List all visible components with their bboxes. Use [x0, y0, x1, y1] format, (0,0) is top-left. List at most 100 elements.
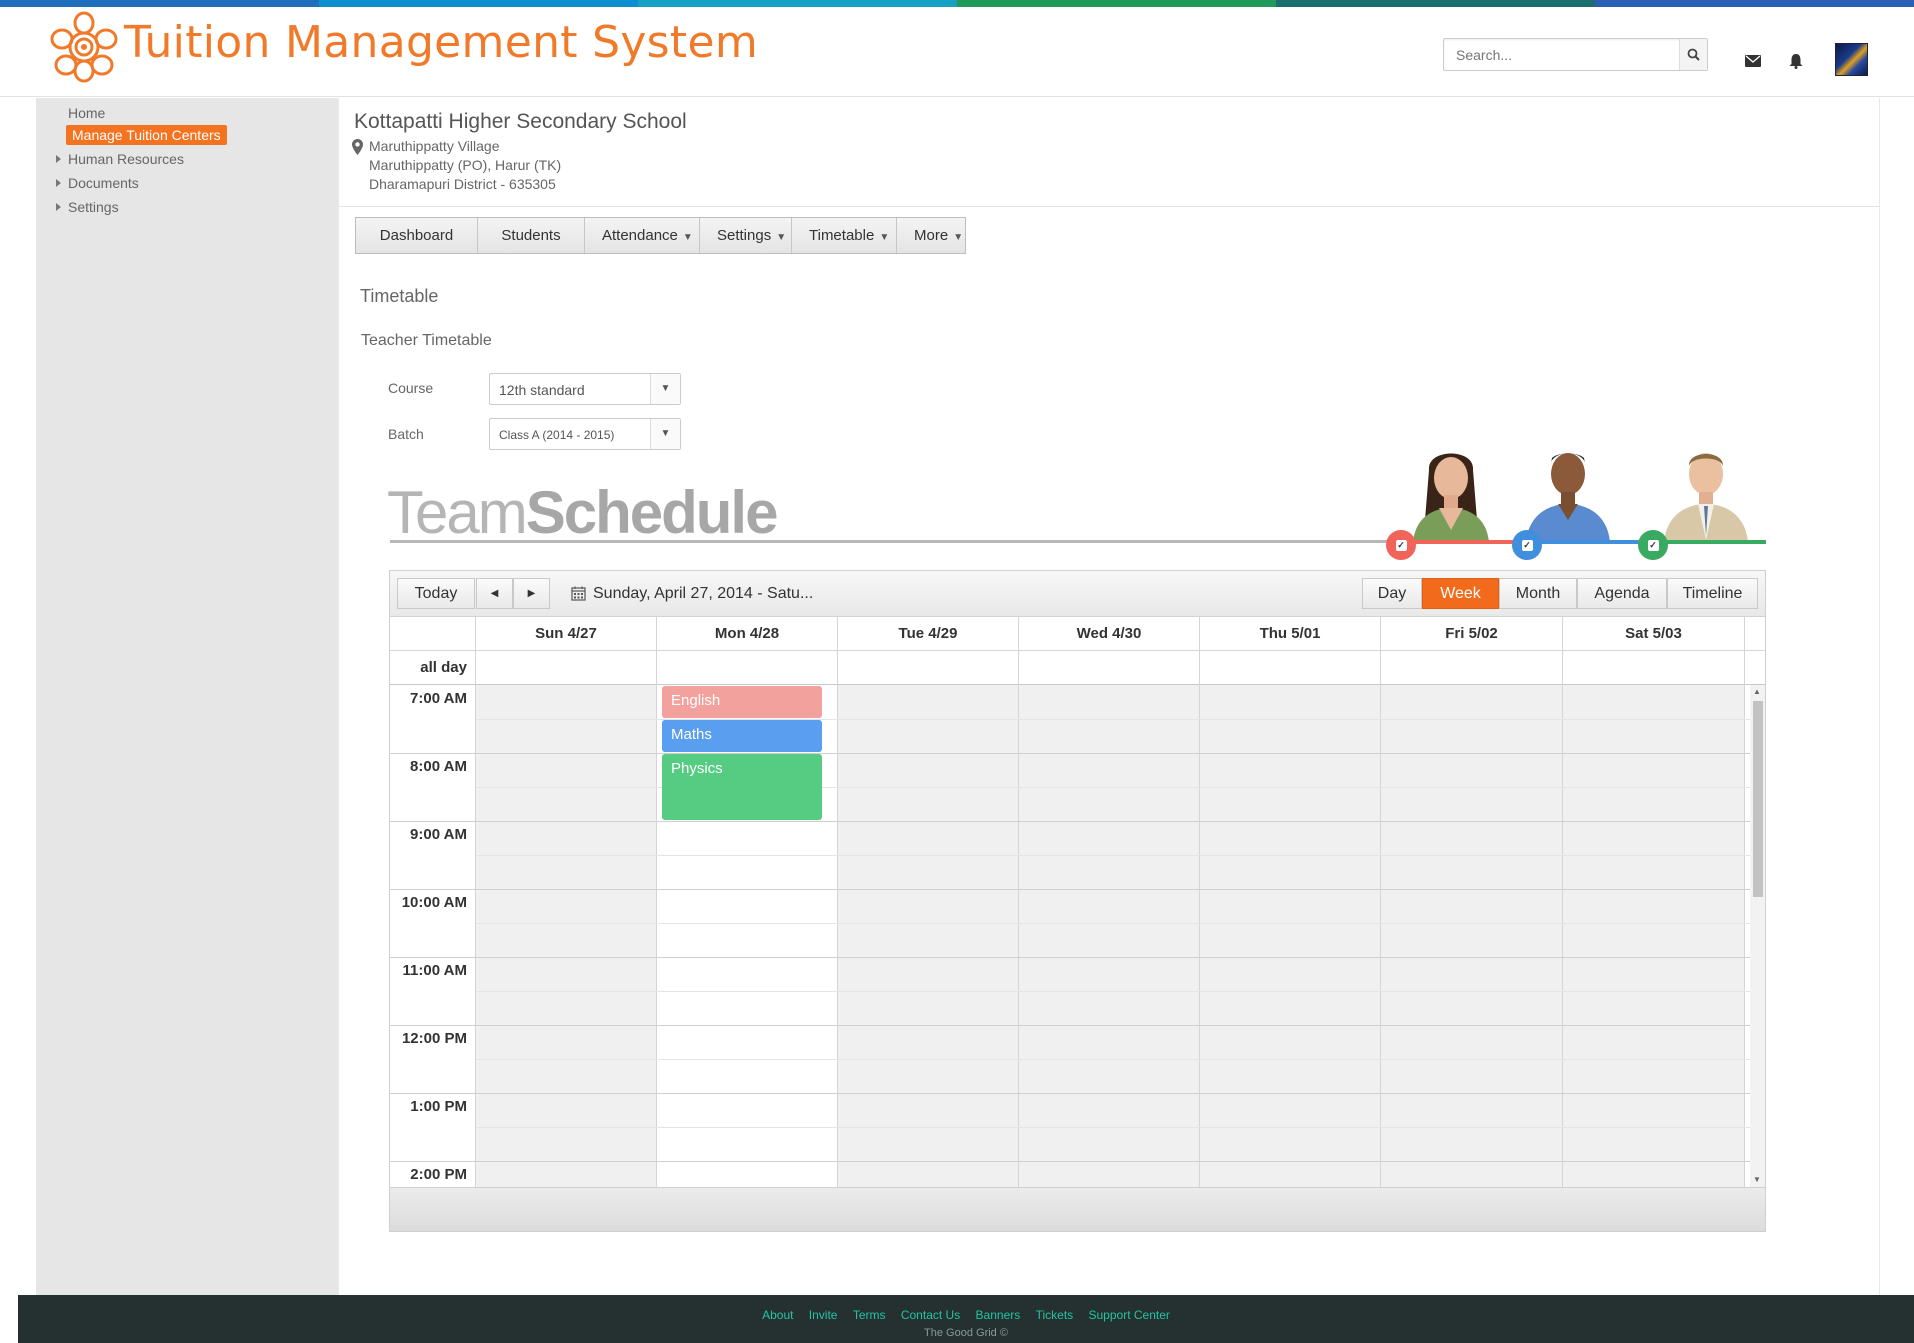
time-grid[interactable]: 7:00 AM 8:00 AM 9:00 AM 10:00 AM 11:00 A… [390, 685, 1765, 1187]
grid-line [476, 1059, 1750, 1060]
all-day-row: all day [390, 651, 1765, 685]
scroll-up-icon[interactable]: ▲ [1753, 687, 1761, 696]
event-physics[interactable]: Physics [662, 754, 822, 820]
day-column[interactable] [1381, 685, 1563, 1187]
view-week-button[interactable]: Week [1422, 578, 1499, 609]
tab-students[interactable]: Students [478, 218, 585, 253]
tab-attendance[interactable]: Attendance ▼ [585, 218, 700, 253]
day-column[interactable] [1019, 685, 1200, 1187]
course-select[interactable]: 12th standard ▼ [489, 373, 681, 405]
day-header[interactable]: Fri 5/02 [1381, 617, 1563, 651]
all-day-cell[interactable] [1563, 651, 1745, 685]
grid-line [390, 957, 1750, 958]
day-header[interactable]: Thu 5/01 [1200, 617, 1381, 651]
school-name: Kottapatti Higher Secondary School [354, 110, 687, 133]
section-subtitle: Teacher Timetable [361, 332, 492, 349]
sidebar-item-human-resources[interactable]: Human Resources [68, 151, 184, 167]
tab-label: Dashboard [379, 227, 454, 244]
stripe-segment [1276, 0, 1595, 7]
grid-line [390, 1161, 1750, 1162]
day-column[interactable] [1200, 685, 1381, 1187]
footer-link-about[interactable]: About [762, 1308, 793, 1322]
expand-caret-icon[interactable] [56, 179, 61, 187]
mail-button[interactable] [1743, 51, 1763, 71]
dropdown-arrow-icon: ▼ [953, 232, 964, 243]
date-range-label[interactable]: Sunday, April 27, 2014 - Satu... [593, 585, 813, 603]
scrollbar-thumb[interactable] [1753, 701, 1763, 897]
search-button[interactable] [1679, 39, 1707, 70]
tab-settings[interactable]: Settings ▼ [700, 218, 792, 253]
teacher-3-toggle[interactable]: ✓ [1638, 530, 1668, 560]
footer-link-invite[interactable]: Invite [809, 1308, 838, 1322]
app-title: Tuition Management System [124, 17, 758, 68]
prev-button[interactable]: ◀ [476, 578, 513, 609]
day-column[interactable] [476, 685, 657, 1187]
footer-link-banners[interactable]: Banners [976, 1308, 1021, 1322]
time-label: 2:00 PM [410, 1166, 467, 1183]
sidebar-item-documents[interactable]: Documents [68, 175, 139, 191]
batch-value: Class A (2014 - 2015) [499, 428, 615, 442]
sidebar-item-manage-tuition-centers[interactable]: Manage Tuition Centers [66, 125, 227, 145]
address-line: Dharamapuri District - 635305 [369, 176, 556, 192]
dropdown-arrow-icon: ▼ [682, 232, 693, 243]
batch-select[interactable]: Class A (2014 - 2015) ▼ [489, 418, 681, 450]
divider [1879, 98, 1880, 1295]
view-agenda-button[interactable]: Agenda [1577, 578, 1667, 609]
stripe-segment [319, 0, 638, 7]
view-timeline-button[interactable]: Timeline [1667, 578, 1758, 609]
all-day-cell[interactable] [1019, 651, 1200, 685]
section-title: Timetable [360, 286, 439, 306]
footer-link-terms[interactable]: Terms [853, 1308, 886, 1322]
grid-line [390, 1093, 1750, 1094]
all-day-cell[interactable] [1381, 651, 1563, 685]
tab-more[interactable]: More ▼ [897, 218, 965, 253]
day-header[interactable]: Tue 4/29 [838, 617, 1019, 651]
tab-dashboard[interactable]: Dashboard [356, 218, 478, 253]
all-day-cell[interactable] [476, 651, 657, 685]
all-day-cell[interactable] [838, 651, 1019, 685]
calendar-icon[interactable] [571, 586, 586, 601]
view-day-button[interactable]: Day [1362, 578, 1422, 609]
vertical-scrollbar[interactable]: ▲ ▼ [1750, 685, 1765, 1187]
user-avatar[interactable] [1835, 43, 1868, 76]
page-footer: About Invite Terms Contact Us Banners Ti… [18, 1295, 1914, 1343]
footer-copyright: The Good Grid © [924, 1327, 1008, 1339]
teacher-2-toggle[interactable]: ✓ [1512, 530, 1542, 560]
all-day-cell[interactable] [1200, 651, 1381, 685]
time-label: 9:00 AM [410, 826, 467, 843]
day-header[interactable]: Mon 4/28 [657, 617, 838, 651]
day-column[interactable] [838, 685, 1019, 1187]
expand-caret-icon[interactable] [56, 203, 61, 211]
event-english[interactable]: English [662, 686, 822, 718]
view-month-button[interactable]: Month [1499, 578, 1577, 609]
today-button[interactable]: Today [397, 578, 475, 609]
sidebar-item-home[interactable]: Home [68, 105, 105, 121]
top-color-stripe [0, 0, 1914, 7]
banner-line [390, 540, 1390, 543]
teacher-2-line [1528, 540, 1654, 544]
day-header[interactable]: Sat 5/03 [1563, 617, 1745, 651]
flower-logo-icon [50, 11, 118, 83]
footer-link-support-center[interactable]: Support Center [1089, 1308, 1170, 1322]
day-header[interactable]: Sun 4/27 [476, 617, 657, 651]
scroll-down-icon[interactable]: ▼ [1753, 1175, 1761, 1184]
expand-caret-icon[interactable] [56, 155, 61, 163]
arrow-left-icon: ◀ [490, 588, 499, 599]
all-day-cell[interactable] [657, 651, 838, 685]
footer-link-contact-us[interactable]: Contact Us [901, 1308, 960, 1322]
footer-link-tickets[interactable]: Tickets [1036, 1308, 1074, 1322]
day-header[interactable]: Wed 4/30 [1019, 617, 1200, 651]
tab-timetable[interactable]: Timetable ▼ [792, 218, 897, 253]
sidebar-item-settings[interactable]: Settings [68, 199, 119, 215]
event-maths[interactable]: Maths [662, 720, 822, 752]
time-label: 1:00 PM [410, 1098, 467, 1115]
day-column[interactable] [1563, 685, 1745, 1187]
day-header-row: Sun 4/27 Mon 4/28 Tue 4/29 Wed 4/30 Thu … [390, 617, 1765, 651]
next-button[interactable]: ▶ [513, 578, 550, 609]
grid-line [476, 991, 1750, 992]
search-input[interactable] [1444, 39, 1674, 70]
footer-links: About Invite Terms Contact Us Banners Ti… [18, 1308, 1914, 1322]
notifications-button[interactable] [1786, 51, 1806, 71]
time-header-spacer [390, 617, 476, 651]
teacher-1-toggle[interactable]: ✓ [1386, 530, 1416, 560]
